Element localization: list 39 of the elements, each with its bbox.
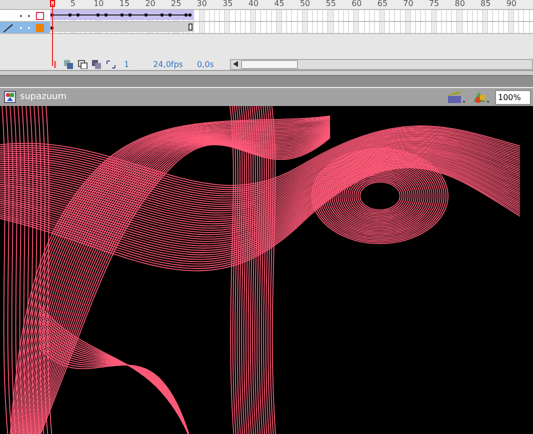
onion-outline-icon[interactable] <box>78 60 88 68</box>
frame-number: 80 <box>454 0 466 7</box>
frame-rate[interactable]: 24,0 <box>153 60 171 68</box>
frame-number: 15 <box>118 0 131 7</box>
current-frame: 1 <box>124 60 130 68</box>
frame-number: 55 <box>324 0 337 7</box>
frame-number: 45 <box>273 0 286 7</box>
frame-number: 25 <box>170 0 182 7</box>
frame-number: 40 <box>247 0 260 7</box>
scene-icon <box>4 91 16 103</box>
scene-title: supazuum <box>20 92 67 102</box>
time-unit: s <box>210 60 214 68</box>
frame-number: 60 <box>350 0 363 7</box>
outline-swatch[interactable] <box>36 12 44 20</box>
frame-number: 85 <box>480 0 492 7</box>
frame-number: 30 <box>196 0 208 7</box>
frame-number: 90 <box>505 0 518 7</box>
elapsed-time: 0,0 <box>196 60 210 68</box>
frame-number: 65 <box>376 0 389 7</box>
scroll-left-arrow-icon[interactable] <box>232 61 239 67</box>
zoom-field[interactable]: 100% <box>495 90 531 104</box>
onion-skin-icon[interactable] <box>64 60 74 68</box>
onion-markers-icon[interactable] <box>106 60 116 68</box>
outline-swatch[interactable] <box>36 24 44 32</box>
frame-number: 20 <box>144 0 156 7</box>
horizontal-scrollbar[interactable] <box>230 58 533 70</box>
frame-number: 35 <box>222 0 234 7</box>
clapperboard-icon[interactable] <box>447 90 467 104</box>
frame-number: 75 <box>428 0 440 7</box>
edit-frames-icon[interactable] <box>92 60 102 68</box>
layer-header <box>0 0 50 9</box>
frame-number: 10 <box>92 0 105 7</box>
frame-number: 5 <box>69 0 76 7</box>
frame-number: 50 <box>298 0 312 7</box>
layer-row[interactable] <box>0 10 533 22</box>
shapes-icon[interactable] <box>471 90 491 104</box>
frame-number: 70 <box>402 0 414 7</box>
playhead-handle[interactable] <box>50 0 55 7</box>
frame-rate-unit: fps <box>170 60 183 68</box>
